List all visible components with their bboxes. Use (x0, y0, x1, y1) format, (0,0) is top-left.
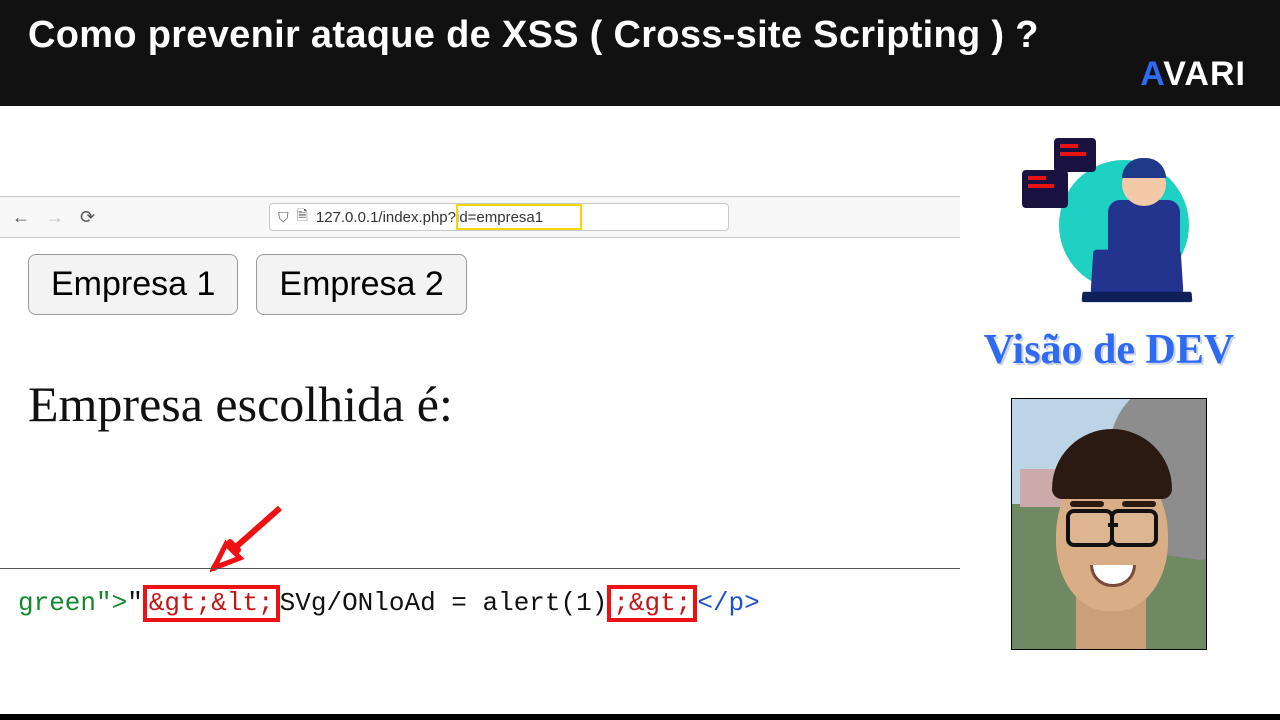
highlight-box-1: &gt;&lt; (143, 585, 280, 622)
brand-logo: AVARI (1140, 55, 1246, 94)
page-icon: 🗎 (297, 205, 308, 229)
channel-name: Visão de DEV (960, 326, 1258, 374)
browser-chrome: ← → ⟳ ⛉ 🗎 127.0.0.1/index.php?id=empresa… (0, 196, 960, 238)
highlight-box-2: ;&gt; (607, 585, 697, 622)
brand-rest: VARI (1163, 55, 1246, 93)
address-bar[interactable]: ⛉ 🗎 127.0.0.1/index.php?id=empresa1 (269, 203, 729, 231)
reload-icon[interactable]: ⟳ (80, 208, 95, 226)
empresa-1-button[interactable]: Empresa 1 (28, 254, 238, 315)
url-text: 127.0.0.1/index.php?id=empresa1 (316, 209, 720, 226)
back-icon[interactable]: ← (12, 208, 30, 226)
shield-icon: ⛉ (278, 209, 289, 226)
demo-area: ← → ⟳ ⛉ 🗎 127.0.0.1/index.php?id=empresa… (0, 106, 960, 720)
presenter-photo (1011, 398, 1207, 650)
empresa-2-button[interactable]: Empresa 2 (256, 254, 466, 315)
escaped-output-code: green">"&gt;&lt;SVg/ONloAd = alert(1);&g… (0, 568, 960, 622)
dev-illustration-icon (1004, 130, 1214, 320)
chosen-company-heading: Empresa escolhida é: (28, 375, 960, 433)
code-seg-box1: &gt;&lt; (149, 588, 274, 618)
brand-letter-a: A (1140, 55, 1163, 93)
code-seg-green: green"> (18, 588, 127, 618)
url-host: 127.0.0.1/index.ph (316, 209, 439, 226)
code-seg-mid: SVg/ONloAd = alert(1 (280, 588, 592, 618)
page-title: Como prevenir ataque de XSS ( Cross-site… (28, 14, 1252, 57)
code-seg-endtag: </p> (697, 588, 759, 618)
url-query: p?id=empresa1 (439, 209, 543, 226)
forward-icon[interactable]: → (46, 208, 64, 226)
code-seg-quote: " (127, 588, 143, 618)
channel-sidebar: Visão de DEV (960, 106, 1280, 720)
letterbox-bar (0, 714, 1280, 720)
title-banner: Como prevenir ataque de XSS ( Cross-site… (0, 0, 1280, 106)
annotation-arrow-icon (210, 502, 290, 572)
code-seg-box2: ;&gt; (613, 588, 691, 618)
